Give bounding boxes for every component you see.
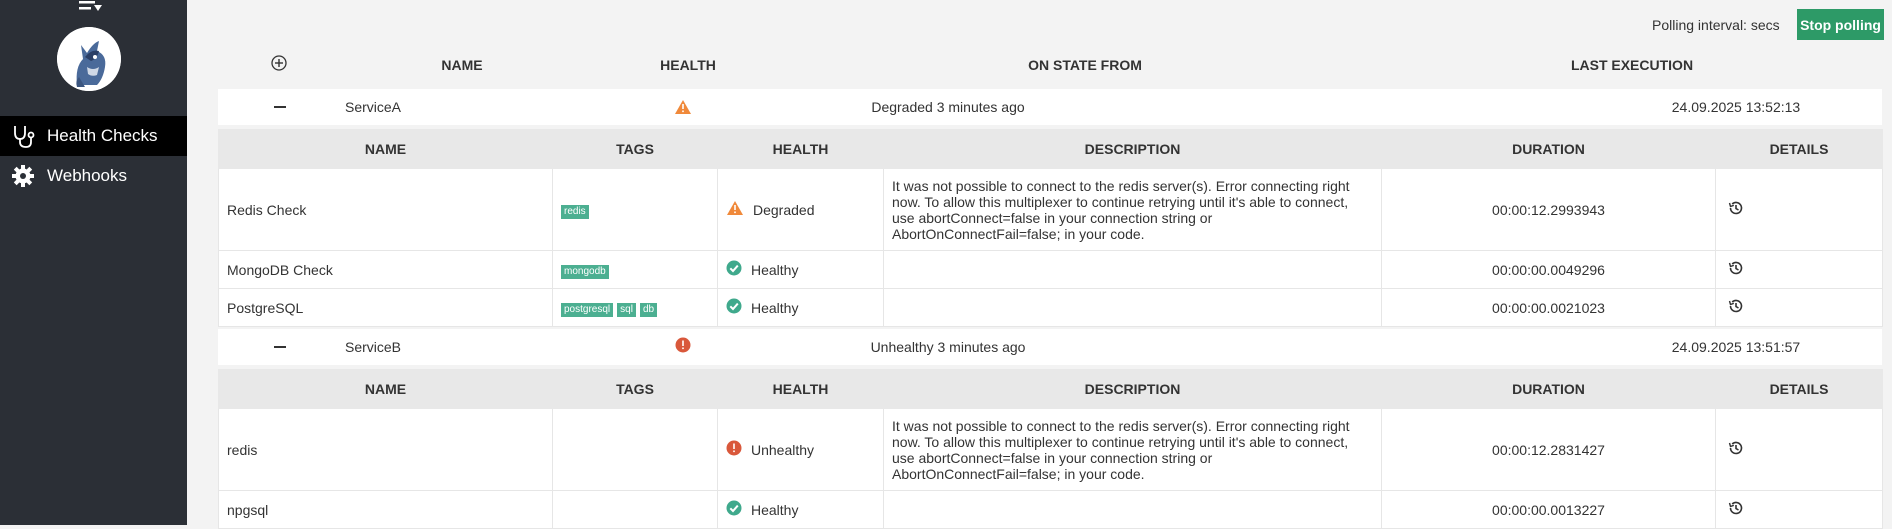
col-details: DETAILS (1715, 369, 1883, 409)
sidebar-item-health-checks[interactable]: Health Checks (0, 116, 187, 156)
sidebar-item-webhooks[interactable]: Webhooks (0, 156, 187, 196)
collapse-icon[interactable] (274, 89, 290, 125)
check-circle-icon (726, 260, 742, 279)
col-duration: DURATION (1381, 129, 1716, 169)
check-name: Redis Check (218, 168, 553, 251)
last-execution: 24.09.2025 13:51:57 (1671, 339, 1801, 355)
check-duration: 00:00:12.2993943 (1381, 168, 1716, 251)
col-description: DESCRIPTION (883, 369, 1382, 409)
warning-icon (674, 89, 692, 125)
checks-header-row: NAME TAGS HEALTH DESCRIPTION DURATION DE… (218, 129, 1883, 169)
collapse-icon[interactable] (274, 329, 290, 365)
menu-collapse-icon[interactable] (76, 0, 104, 12)
check-duration: 00:00:12.2831427 (1381, 408, 1716, 491)
table-row: PostgreSQL postgresql sql db Healthy 00:00… (218, 288, 1883, 327)
check-description (883, 490, 1382, 529)
warning-icon (726, 200, 744, 219)
checks-header-row: NAME TAGS HEALTH DESCRIPTION DURATION DE… (218, 369, 1883, 409)
details-cell (1715, 288, 1883, 327)
tag-badge[interactable]: postgresql (561, 302, 614, 317)
check-tags: redis (552, 168, 718, 251)
check-circle-icon (726, 500, 742, 519)
health-label: Healthy (751, 501, 799, 518)
avatar (57, 27, 121, 91)
last-execution: 24.09.2025 13:52:13 (1671, 99, 1801, 115)
col-health: HEALTH (717, 129, 884, 169)
check-circle-icon (726, 298, 742, 317)
history-icon[interactable] (1728, 441, 1744, 459)
check-name: npgsql (218, 490, 553, 529)
health-label: Unhealthy (751, 441, 815, 458)
health-label: Healthy (751, 261, 799, 278)
check-duration: 00:00:00.0049296 (1381, 250, 1716, 289)
history-icon[interactable] (1728, 201, 1744, 219)
stethoscope-icon (0, 123, 46, 149)
tag-badge[interactable]: db (639, 302, 658, 317)
history-icon[interactable] (1728, 299, 1744, 317)
check-tags: postgresql sql db (552, 288, 718, 327)
header-last-execution: LAST EXECUTION (1570, 57, 1694, 73)
service-name: ServiceB (345, 339, 402, 355)
check-health: Degraded (717, 168, 884, 251)
health-label: Degraded (753, 201, 815, 218)
details-cell (1715, 490, 1883, 529)
check-duration: 00:00:00.0021023 (1381, 288, 1716, 327)
col-duration: DURATION (1381, 369, 1716, 409)
history-icon[interactable] (1728, 501, 1744, 519)
table-row: redis Unhealthy It was not possible to c… (218, 408, 1883, 491)
tag-badge[interactable]: redis (561, 204, 589, 219)
history-icon[interactable] (1728, 261, 1744, 279)
service-state: Degraded 3 minutes ago (871, 99, 1025, 115)
polling-interval-label: Polling interval: secs (1652, 17, 1780, 33)
check-name: PostgreSQL (218, 288, 553, 327)
details-cell (1715, 408, 1883, 491)
header-health: HEALTH (660, 57, 716, 73)
check-description (883, 288, 1382, 327)
check-duration: 00:00:00.0013227 (1381, 490, 1716, 529)
stop-polling-button[interactable]: Stop polling (1797, 9, 1884, 40)
check-health: Healthy (717, 288, 884, 327)
check-health: Healthy (717, 250, 884, 289)
checks-table: NAME TAGS HEALTH DESCRIPTION DURATION DE… (218, 369, 1883, 529)
check-tags (552, 408, 718, 491)
table-row: MongoDB Check mongodb Healthy 00:00:00.0… (218, 250, 1883, 289)
checks-table: NAME TAGS HEALTH DESCRIPTION DURATION DE… (218, 129, 1883, 327)
service-row[interactable]: ServiceB Unhealthy 3 minutes ago 24.09.2… (218, 329, 1882, 365)
check-description: It was not possible to connect to the re… (883, 408, 1382, 491)
col-description: DESCRIPTION (883, 129, 1382, 169)
service-state: Unhealthy 3 minutes ago (870, 339, 1026, 355)
check-description: It was not possible to connect to the re… (883, 168, 1382, 251)
table-row: Redis Check redis Degraded It was not po… (218, 168, 1883, 251)
check-tags (552, 490, 718, 529)
col-health: HEALTH (717, 369, 884, 409)
sidebar: Health Checks Webhooks (0, 0, 187, 525)
service-name: ServiceA (345, 99, 402, 115)
expand-all-icon[interactable] (271, 55, 287, 71)
check-tags: mongodb (552, 250, 718, 289)
header-name: NAME (441, 57, 483, 73)
tag-badge[interactable]: mongodb (561, 264, 609, 279)
col-tags: TAGS (552, 369, 718, 409)
check-health: Unhealthy (717, 408, 884, 491)
details-cell (1715, 250, 1883, 289)
sidebar-item-label: Webhooks (47, 166, 128, 185)
col-details: DETAILS (1715, 129, 1883, 169)
sidebar-item-label: Health Checks (47, 126, 158, 145)
check-name: redis (218, 408, 553, 491)
table-row: npgsql Healthy 00:00:00.0013227 (218, 490, 1883, 529)
col-tags: TAGS (552, 129, 718, 169)
service-row[interactable]: ServiceA Degraded 3 minutes ago 24.09.20… (218, 89, 1882, 125)
error-icon (726, 440, 742, 459)
col-name: NAME (218, 129, 553, 169)
check-health: Healthy (717, 490, 884, 529)
health-label: Healthy (751, 299, 799, 316)
error-icon (675, 329, 691, 365)
header-on-state-from: ON STATE FROM (1028, 57, 1142, 73)
gear-icon (0, 165, 46, 187)
details-cell (1715, 168, 1883, 251)
check-description (883, 250, 1382, 289)
col-name: NAME (218, 369, 553, 409)
check-name: MongoDB Check (218, 250, 553, 289)
tag-badge[interactable]: sql (617, 302, 636, 317)
